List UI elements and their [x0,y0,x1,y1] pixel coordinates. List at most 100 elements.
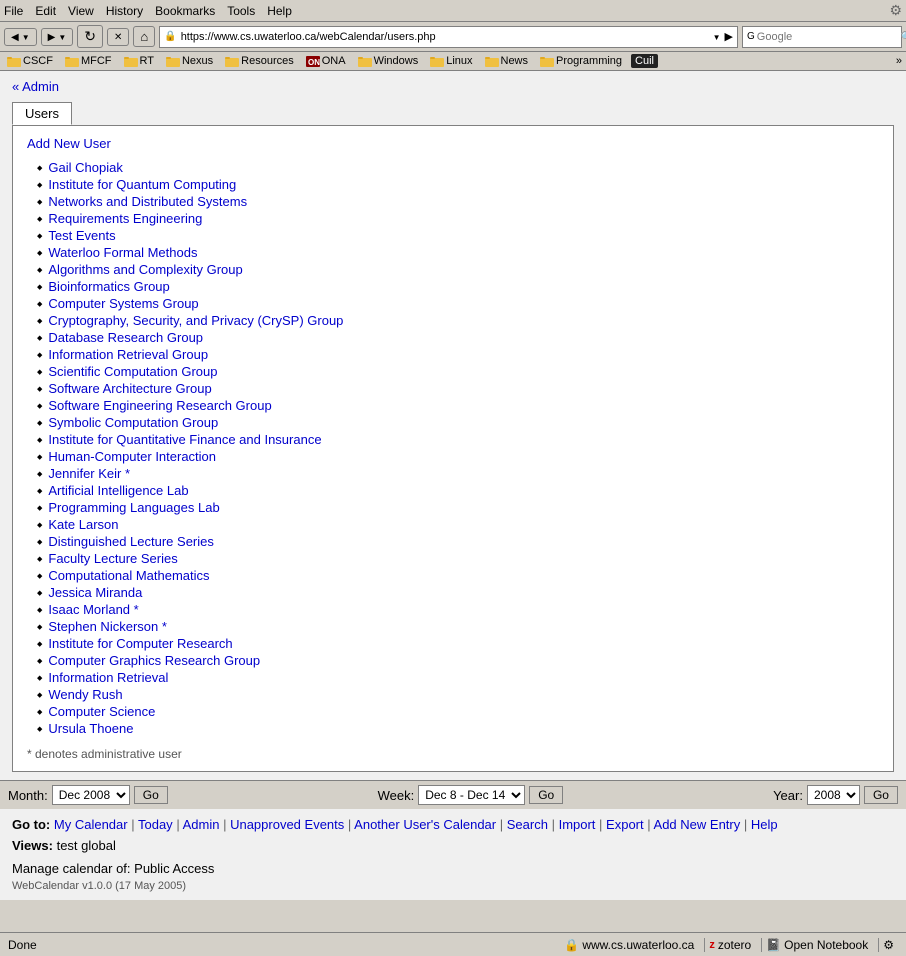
list-item[interactable]: Cryptography, Security, and Privacy (Cry… [37,312,879,329]
user-link[interactable]: Test Events [48,228,115,243]
address-dropdown-icon[interactable] [713,31,721,43]
bookmark-windows[interactable]: Windows [355,54,422,68]
user-link[interactable]: Symbolic Computation Group [48,415,218,430]
list-item[interactable]: Stephen Nickerson * [37,618,879,635]
list-item[interactable]: Algorithms and Complexity Group [37,261,879,278]
goto-export[interactable]: Export [606,817,644,832]
user-link[interactable]: Requirements Engineering [48,211,202,226]
list-item[interactable]: Software Architecture Group [37,380,879,397]
bookmark-linux[interactable]: Linux [427,54,475,68]
user-link[interactable]: Wendy Rush [48,687,122,702]
goto-search[interactable]: Search [507,817,548,832]
user-link[interactable]: Waterloo Formal Methods [48,245,197,260]
list-item[interactable]: Isaac Morland * [37,601,879,618]
goto-admin[interactable]: Admin [183,817,220,832]
list-item[interactable]: Bioinformatics Group [37,278,879,295]
bookmark-ona[interactable]: ONA ONA [303,54,349,68]
user-link[interactable]: Software Engineering Research Group [48,398,271,413]
list-item[interactable]: Information Retrieval Group [37,346,879,363]
goto-my-calendar[interactable]: My Calendar [54,817,128,832]
list-item[interactable]: Jessica Miranda [37,584,879,601]
user-link[interactable]: Isaac Morland * [48,602,138,617]
user-link[interactable]: Kate Larson [48,517,118,532]
user-link[interactable]: Institute for Quantum Computing [48,177,236,192]
user-link[interactable]: Human-Computer Interaction [48,449,216,464]
admin-breadcrumb[interactable]: « Admin [12,79,894,94]
list-item[interactable]: Institute for Computer Research [37,635,879,652]
search-icon[interactable] [901,31,906,43]
list-item[interactable]: Requirements Engineering [37,210,879,227]
list-item[interactable]: Gail Chopiak [37,159,879,176]
user-link[interactable]: Programming Languages Lab [48,500,219,515]
stop-button[interactable] [107,28,129,46]
user-link[interactable]: Jessica Miranda [48,585,142,600]
list-item[interactable]: Software Engineering Research Group [37,397,879,414]
list-item[interactable]: Jennifer Keir * [37,465,879,482]
list-item[interactable]: Information Retrieval [37,669,879,686]
menu-bookmarks[interactable]: Bookmarks [155,4,215,18]
list-item[interactable]: Computer Graphics Research Group [37,652,879,669]
month-go-button[interactable]: Go [134,786,168,804]
list-item[interactable]: Programming Languages Lab [37,499,879,516]
menu-tools[interactable]: Tools [227,4,255,18]
list-item[interactable]: Database Research Group [37,329,879,346]
menu-history[interactable]: History [106,4,143,18]
goto-help[interactable]: Help [751,817,778,832]
bookmark-cscf[interactable]: CSCF [4,54,56,68]
bookmark-rt[interactable]: RT [121,54,157,68]
user-link[interactable]: Networks and Distributed Systems [48,194,247,209]
user-link[interactable]: Gail Chopiak [48,160,122,175]
user-link[interactable]: Faculty Lecture Series [48,551,177,566]
list-item[interactable]: Human-Computer Interaction [37,448,879,465]
url-input[interactable] [181,31,709,43]
list-item[interactable]: Wendy Rush [37,686,879,703]
user-link[interactable]: Jennifer Keir * [48,466,130,481]
goto-add-new-entry[interactable]: Add New Entry [654,817,741,832]
menu-file[interactable]: File [4,4,23,18]
month-select[interactable]: Dec 2008 [52,785,130,805]
list-item[interactable]: Artificial Intelligence Lab [37,482,879,499]
user-link[interactable]: Algorithms and Complexity Group [48,262,242,277]
user-link[interactable]: Computer Science [48,704,155,719]
bookmark-news[interactable]: News [482,54,532,68]
user-link[interactable]: Institute for Quantitative Finance and I… [48,432,321,447]
home-button[interactable] [133,26,155,47]
refresh-button[interactable] [77,25,103,48]
bookmark-programming[interactable]: Programming [537,54,625,68]
status-zotero[interactable]: z zotero [704,938,755,952]
add-new-user-link[interactable]: Add New User [27,136,879,151]
goto-another-user[interactable]: Another User's Calendar [354,817,496,832]
list-item[interactable]: Test Events [37,227,879,244]
user-link[interactable]: Bioinformatics Group [48,279,169,294]
list-item[interactable]: Ursula Thoene [37,720,879,737]
year-select[interactable]: 2008 [807,785,860,805]
year-go-button[interactable]: Go [864,786,898,804]
go-button[interactable]: ▶ [725,30,733,43]
week-go-button[interactable]: Go [529,786,563,804]
back-button[interactable] [4,28,37,46]
menu-view[interactable]: View [68,4,94,18]
user-link[interactable]: Artificial Intelligence Lab [48,483,188,498]
list-item[interactable]: Scientific Computation Group [37,363,879,380]
status-open-notebook[interactable]: 📓 Open Notebook [761,938,872,952]
goto-import[interactable]: Import [559,817,596,832]
forward-button[interactable] [41,28,74,46]
list-item[interactable]: Distinguished Lecture Series [37,533,879,550]
list-item[interactable]: Symbolic Computation Group [37,414,879,431]
user-link[interactable]: Computer Systems Group [48,296,198,311]
user-link[interactable]: Database Research Group [48,330,203,345]
bookmark-mfcf[interactable]: MFCF [62,54,115,68]
user-link[interactable]: Scientific Computation Group [48,364,217,379]
goto-unapproved-events[interactable]: Unapproved Events [230,817,344,832]
menu-help[interactable]: Help [267,4,292,18]
list-item[interactable]: Computational Mathematics [37,567,879,584]
list-item[interactable]: Kate Larson [37,516,879,533]
bookmark-resources[interactable]: Resources [222,54,297,68]
bookmark-cuil[interactable]: Cuil [631,54,658,68]
user-link[interactable]: Software Architecture Group [48,381,211,396]
week-select[interactable]: Dec 8 - Dec 14 [418,785,525,805]
user-link[interactable]: Information Retrieval [48,670,168,685]
user-link[interactable]: Stephen Nickerson * [48,619,167,634]
list-item[interactable]: Institute for Quantum Computing [37,176,879,193]
goto-today[interactable]: Today [138,817,173,832]
